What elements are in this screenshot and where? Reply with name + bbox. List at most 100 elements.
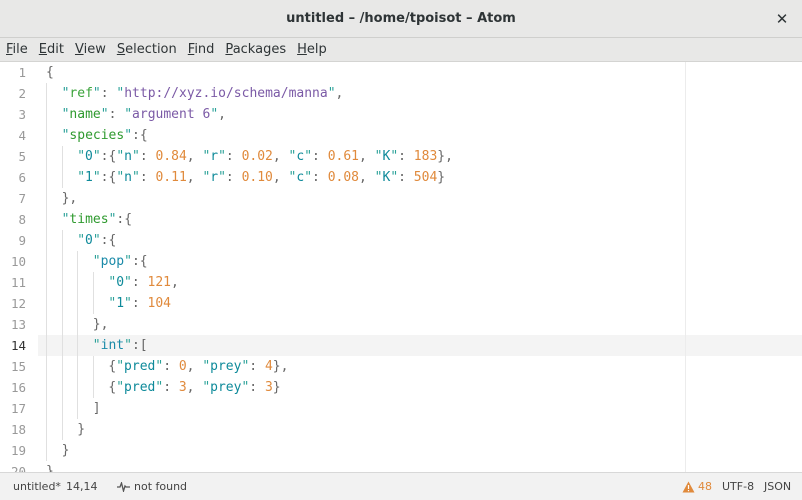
code-line[interactable]: "1":{"n": 0.11, "r": 0.10, "c": 0.08, "K… bbox=[77, 167, 445, 188]
code-line[interactable]: ] bbox=[93, 398, 101, 419]
indent-guide bbox=[77, 251, 79, 272]
line-number-gutter[interactable]: 1 2 3 4 5 6 7 8 9 10 11 12 13 14 15 16 17 18 19 20 bbox=[0, 62, 38, 472]
code-line[interactable]: "0":{ bbox=[77, 230, 116, 251]
line-number[interactable]: 18 bbox=[0, 419, 26, 440]
line-number[interactable]: 12 bbox=[0, 293, 26, 314]
code-line[interactable]: } bbox=[62, 440, 70, 461]
status-grammar[interactable]: JSON bbox=[764, 480, 791, 493]
menu-item-packages[interactable]: Packages bbox=[225, 42, 286, 57]
code-token: }, bbox=[61, 191, 78, 206]
indent-guide bbox=[46, 377, 47, 398]
indent-guide bbox=[92, 272, 94, 293]
status-warning-count: 48 bbox=[698, 480, 712, 493]
menu-item-view[interactable]: View bbox=[75, 42, 106, 57]
line-number[interactable]: 2 bbox=[0, 83, 26, 104]
code-token: 504 bbox=[413, 170, 438, 185]
line-number[interactable]: 4 bbox=[0, 125, 26, 146]
menu-mnemonic: H bbox=[297, 42, 307, 57]
code-token: prey bbox=[210, 380, 242, 395]
code-line[interactable]: "ref": "http://xyz.io/schema/manna", bbox=[62, 83, 344, 104]
line-number[interactable]: 6 bbox=[0, 167, 26, 188]
window-title: untitled – /home/tpoisot – Atom bbox=[286, 11, 516, 26]
code-token: " bbox=[327, 86, 336, 101]
code-line[interactable]: "times":{ bbox=[62, 209, 132, 230]
code-token: 0 bbox=[85, 233, 93, 248]
code-line[interactable]: "0":{"n": 0.84, "r": 0.02, "c": 0.61, "K… bbox=[77, 146, 453, 167]
code-token: ref bbox=[69, 86, 93, 101]
line-number[interactable]: 8 bbox=[0, 209, 26, 230]
code-token: n bbox=[124, 170, 132, 185]
code-line[interactable]: } bbox=[77, 419, 85, 440]
editor-pane[interactable]: 1 2 3 4 5 6 7 8 9 10 11 12 13 14 15 16 17 18 19 20 {"ref": … bbox=[0, 62, 802, 472]
code-token: 0 bbox=[116, 275, 125, 290]
code-token: : bbox=[225, 170, 242, 185]
menu-label-rest: dit bbox=[47, 42, 64, 57]
code-token: } bbox=[77, 422, 86, 437]
code-token: " bbox=[92, 233, 101, 248]
line-number[interactable]: 3 bbox=[0, 104, 26, 125]
line-number[interactable]: 20 bbox=[0, 461, 26, 472]
close-icon[interactable]: ✕ bbox=[772, 9, 792, 29]
line-number[interactable]: 17 bbox=[0, 398, 26, 419]
indent-guide bbox=[46, 272, 47, 293]
code-token: " bbox=[218, 170, 226, 185]
code-line[interactable]: "1": 104 bbox=[108, 293, 171, 314]
line-number[interactable]: 9 bbox=[0, 230, 26, 251]
status-linter[interactable]: not found bbox=[117, 480, 187, 493]
code-token: " bbox=[390, 170, 399, 185]
line-number[interactable]: 5 bbox=[0, 146, 26, 167]
line-number[interactable]: 7 bbox=[0, 188, 26, 209]
code-line[interactable]: } bbox=[46, 461, 54, 472]
line-number[interactable]: 13 bbox=[0, 314, 26, 335]
menu-item-selection[interactable]: Selection bbox=[117, 42, 177, 57]
menu-item-edit[interactable]: Edit bbox=[39, 42, 64, 57]
code-token: :{ bbox=[100, 149, 117, 164]
menu-item-file[interactable]: File bbox=[6, 42, 28, 57]
status-bar: untitled* 14,14 not found 48 UTF-8 JSON bbox=[0, 472, 802, 500]
menu-item-help[interactable]: Help bbox=[297, 42, 327, 57]
code-line[interactable]: {"pred": 3, "prey": 3} bbox=[108, 377, 280, 398]
indent-guide bbox=[61, 146, 63, 167]
code-token: " bbox=[155, 380, 164, 395]
line-number[interactable]: 16 bbox=[0, 377, 26, 398]
code-line[interactable]: }, bbox=[93, 314, 109, 335]
indent-guide bbox=[61, 251, 63, 272]
line-number[interactable]: 1 bbox=[0, 62, 26, 83]
status-cursor-position[interactable]: 14,14 bbox=[66, 480, 98, 493]
code-token: " bbox=[77, 233, 86, 248]
code-token: pred bbox=[124, 380, 156, 395]
code-line[interactable]: "int":[ bbox=[93, 335, 148, 356]
line-number[interactable]: 10 bbox=[0, 251, 26, 272]
code-token: " bbox=[202, 380, 211, 395]
code-line[interactable]: "name": "argument 6", bbox=[62, 104, 226, 125]
status-encoding[interactable]: UTF-8 bbox=[722, 480, 754, 493]
code-line[interactable]: {"pred": 0, "prey": 4}, bbox=[108, 356, 288, 377]
code-token: 0 bbox=[85, 149, 93, 164]
code-token: " bbox=[124, 275, 132, 290]
code-token: 0 bbox=[178, 359, 187, 374]
line-number[interactable]: 14 bbox=[0, 335, 26, 356]
code-line[interactable]: "species":{ bbox=[62, 125, 148, 146]
code-token: :{ bbox=[100, 233, 117, 248]
status-file-name[interactable]: untitled* bbox=[13, 480, 61, 493]
code-token: : bbox=[139, 170, 156, 185]
code-line[interactable]: "pop":{ bbox=[93, 251, 148, 272]
pulse-icon bbox=[117, 481, 130, 492]
code-line[interactable]: "0": 121, bbox=[108, 272, 178, 293]
code-token: 121 bbox=[147, 275, 172, 290]
line-number[interactable]: 11 bbox=[0, 272, 26, 293]
indent-guide bbox=[77, 314, 79, 335]
code-token: species bbox=[69, 128, 125, 143]
code-token: : bbox=[312, 149, 328, 164]
status-warnings[interactable]: 48 bbox=[682, 480, 712, 493]
code-token: }, bbox=[272, 359, 289, 374]
code-token: 0.84 bbox=[155, 149, 187, 164]
code-line[interactable]: }, bbox=[62, 188, 78, 209]
code-token: } bbox=[272, 380, 281, 395]
code-token: 0.61 bbox=[327, 149, 359, 164]
code-line[interactable]: { bbox=[46, 62, 54, 83]
line-number[interactable]: 19 bbox=[0, 440, 26, 461]
menu-item-find[interactable]: Find bbox=[188, 42, 215, 57]
line-number[interactable]: 15 bbox=[0, 356, 26, 377]
code-token: }, bbox=[92, 317, 109, 332]
